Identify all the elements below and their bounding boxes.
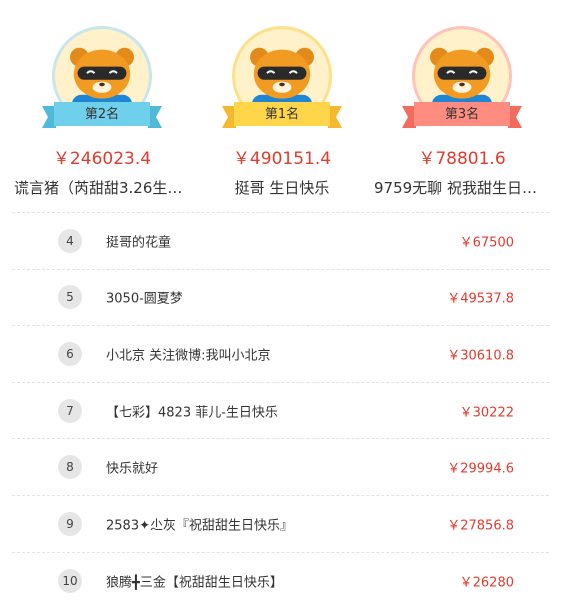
- score-value: ￥30222: [459, 405, 514, 421]
- score-value: ￥78801.6: [418, 149, 506, 169]
- top-card-rank-1[interactable]: 第1名 ￥490151.4 挺哥 生日快乐: [192, 0, 372, 210]
- list-item[interactable]: 7 【七彩】4823 菲儿-生日快乐 ￥30222: [12, 383, 549, 440]
- score-value: ￥26280: [459, 575, 514, 591]
- list-item[interactable]: 5 3050-圆夏梦 ￥49537.8: [12, 270, 549, 327]
- score-value: ￥67500: [459, 235, 514, 251]
- user-name[interactable]: 3050-圆夏梦: [106, 288, 183, 307]
- user-name[interactable]: 谎言猪（芮甜甜3.26生日快乐: [14, 177, 190, 198]
- top-three-podium: 第2名 ￥246023.4 谎言猪（芮甜甜3.26生日快乐: [0, 0, 574, 210]
- rank-badge: 7: [58, 398, 82, 423]
- score-value: ￥27856.8: [447, 518, 514, 534]
- rank-ribbon: 第3名: [402, 102, 522, 128]
- list-item[interactable]: 6 小北京 关注微博:我叫小北京 ￥30610.8: [12, 326, 549, 383]
- score-value: ￥29994.6: [447, 461, 514, 477]
- user-name[interactable]: 挺哥的花童: [106, 231, 171, 250]
- rank-badge: 9: [58, 511, 82, 536]
- score-value: ￥49537.8: [447, 291, 514, 307]
- rank-label: 第2名: [84, 107, 120, 122]
- rank-ribbon: 第1名: [222, 102, 342, 128]
- list-item[interactable]: 10 狼腾╋三金【祝甜甜生日快乐】 ￥26280: [12, 553, 549, 610]
- user-name[interactable]: 【七彩】4823 菲儿-生日快乐: [106, 401, 278, 420]
- score-value: ￥30610.8: [447, 348, 514, 364]
- rank-label: 第1名: [264, 107, 300, 122]
- user-name[interactable]: 2583✦尐灰『祝甜甜生日快乐』: [106, 514, 293, 533]
- user-name[interactable]: 快乐就好: [106, 458, 158, 477]
- list-item[interactable]: 4 挺哥的花童 ￥67500: [12, 213, 549, 270]
- user-name[interactable]: 挺哥 生日快乐: [194, 177, 370, 198]
- rank-badge: 10: [58, 568, 82, 593]
- rank-badge: 5: [58, 285, 82, 310]
- list-item[interactable]: 9 2583✦尐灰『祝甜甜生日快乐』 ￥27856.8: [12, 496, 549, 553]
- rank-badge: 8: [58, 455, 82, 480]
- rank-badge: 4: [58, 228, 82, 253]
- user-name[interactable]: 9759无聊 祝我甜生日快乐: [374, 177, 550, 198]
- rank-label: 第3名: [444, 107, 480, 122]
- rank-ribbon: 第2名: [42, 102, 162, 128]
- top-card-rank-3[interactable]: 第3名 ￥78801.6 9759无聊 祝我甜生日快乐: [372, 0, 552, 210]
- user-name[interactable]: 狼腾╋三金【祝甜甜生日快乐】: [106, 571, 283, 590]
- ranking-list: 4 挺哥的花童 ￥67500 5 3050-圆夏梦 ￥49537.8 6 小北京…: [12, 213, 549, 609]
- list-item[interactable]: 8 快乐就好 ￥29994.6: [12, 439, 549, 496]
- score-value: ￥246023.4: [52, 149, 152, 169]
- top-card-rank-2[interactable]: 第2名 ￥246023.4 谎言猪（芮甜甜3.26生日快乐: [12, 0, 192, 210]
- score-value: ￥490151.4: [232, 149, 332, 169]
- rank-badge: 6: [58, 341, 82, 366]
- user-name[interactable]: 小北京 关注微博:我叫小北京: [106, 344, 271, 363]
